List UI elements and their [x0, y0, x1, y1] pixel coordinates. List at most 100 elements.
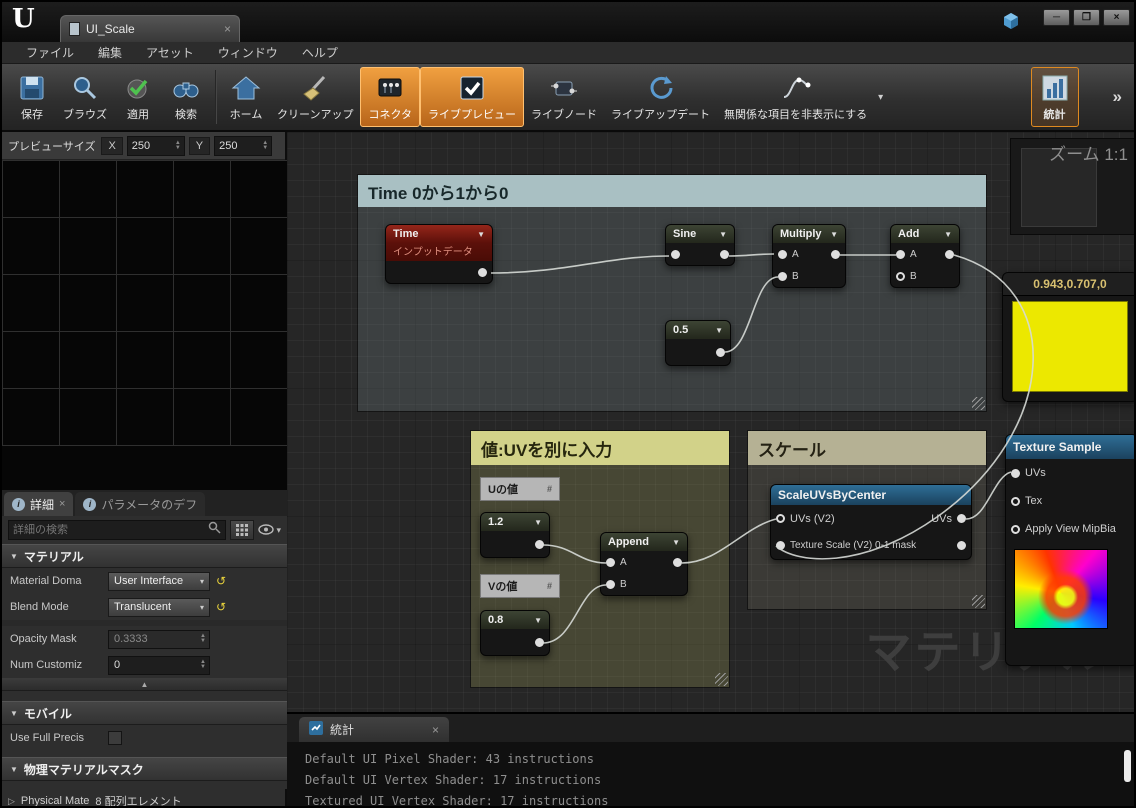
y-spinner[interactable]: ▲ ▼: [262, 140, 271, 151]
output-pin[interactable]: [720, 249, 729, 259]
tab-close-icon[interactable]: ×: [432, 723, 439, 737]
apply-button[interactable]: 適用: [114, 67, 162, 127]
label-v-value[interactable]: Vの値 #: [480, 574, 560, 598]
document-tab[interactable]: UI_Scale ×: [60, 15, 240, 42]
toolbar-overflow-icon[interactable]: »: [1113, 87, 1122, 107]
live-nodes-button[interactable]: ライブノード: [524, 67, 604, 127]
output-pin[interactable]: [716, 347, 725, 357]
stats-button[interactable]: 統計: [1030, 67, 1079, 127]
tab-stats[interactable]: 統計 ×: [299, 717, 449, 742]
material-graph-canvas[interactable]: マテリアル ズーム 1:1 Time 0から1から0 値:UVを別に入力 スケー…: [287, 132, 1134, 712]
node-caret-icon[interactable]: ▼: [672, 538, 680, 547]
input-pin[interactable]: [671, 249, 680, 259]
home-button[interactable]: ホーム: [222, 67, 270, 127]
input-pin-b[interactable]: [606, 579, 615, 589]
marketplace-cube-icon[interactable]: [1002, 12, 1020, 35]
num-customized-field[interactable]: 0 ▲ ▼: [108, 655, 210, 675]
hide-unrelated-caret-icon[interactable]: ▾: [874, 92, 887, 103]
resize-grip-icon[interactable]: [715, 673, 728, 686]
menu-asset[interactable]: アセット: [134, 44, 206, 61]
input-pin-texture-scale[interactable]: [776, 541, 785, 550]
input-pin-mip[interactable]: [1011, 524, 1020, 534]
details-search-box[interactable]: [8, 520, 227, 540]
menu-help[interactable]: ヘルプ: [290, 44, 350, 61]
node-constant-08[interactable]: 0.8 ▼: [480, 610, 550, 656]
node-time[interactable]: Time ▼ インプットデータ: [385, 224, 493, 284]
node-constant-05[interactable]: 0.5 ▼: [665, 320, 731, 366]
comment-time[interactable]: Time 0から1から0: [357, 174, 987, 412]
find-button[interactable]: 検索: [162, 67, 210, 127]
preview-x-field[interactable]: ▲▼: [126, 135, 185, 156]
minimize-button[interactable]: ─: [1043, 9, 1070, 26]
node-caret-icon[interactable]: ▼: [719, 230, 727, 239]
preview-y-field[interactable]: ▲▼: [214, 135, 273, 156]
menu-file[interactable]: ファイル: [14, 44, 86, 61]
node-sine[interactable]: Sine ▼: [665, 224, 735, 266]
node-caret-icon[interactable]: ▼: [715, 326, 723, 335]
output-pin[interactable]: [535, 637, 544, 647]
hide-unrelated-button[interactable]: 無関係な項目を非表示にする: [717, 67, 874, 127]
field-spinner[interactable]: ▲ ▼: [200, 659, 209, 670]
menu-edit[interactable]: 編集: [86, 44, 134, 61]
output-pin-mask[interactable]: [957, 541, 966, 550]
label-u-value[interactable]: Uの値 #: [480, 477, 560, 501]
tab-parameter-defaults[interactable]: i パラメータのデフ: [75, 492, 206, 516]
resize-grip-icon[interactable]: [972, 397, 985, 410]
node-append[interactable]: Append ▼ A B: [600, 532, 688, 596]
section-mobile[interactable]: ▼ モバイル: [2, 701, 287, 725]
blend-mode-select[interactable]: Translucent ▾: [108, 597, 210, 617]
input-pin-uvs[interactable]: [776, 514, 785, 523]
cleanup-button[interactable]: クリーンアップ: [270, 67, 360, 127]
input-pin-uvs[interactable]: [1011, 468, 1020, 478]
tab-details[interactable]: i 詳細 ×: [4, 492, 74, 516]
node-caret-icon[interactable]: ▼: [534, 616, 542, 625]
menu-window[interactable]: ウィンドウ: [206, 44, 290, 61]
preview-x-input[interactable]: [127, 139, 175, 152]
view-options-button[interactable]: ▾: [258, 523, 281, 537]
input-pin-b[interactable]: [778, 271, 787, 281]
output-pin[interactable]: [673, 557, 682, 567]
output-pin[interactable]: [945, 249, 954, 259]
full-precision-checkbox[interactable]: [108, 731, 122, 745]
live-preview-button[interactable]: ライブプレビュー: [420, 67, 525, 127]
material-domain-select[interactable]: User Interface ▾: [108, 571, 210, 591]
node-add[interactable]: Add ▼ A B: [890, 224, 960, 288]
resize-grip-icon[interactable]: [972, 595, 985, 608]
input-pin-b[interactable]: [896, 271, 905, 281]
stats-output[interactable]: Default UI Pixel Shader: 43 instructions…: [287, 742, 1134, 806]
maximize-button[interactable]: ❒: [1073, 9, 1100, 26]
browse-button[interactable]: ブラウズ: [56, 67, 114, 127]
grid-view-button[interactable]: [230, 520, 255, 540]
output-pin[interactable]: [535, 539, 544, 549]
input-pin-a[interactable]: [896, 249, 905, 259]
output-pin[interactable]: [478, 267, 487, 277]
stats-scrollbar[interactable]: [1124, 750, 1131, 782]
node-texture-sample[interactable]: Texture Sample UVs Tex Apply View MipBia: [1005, 434, 1134, 666]
close-button[interactable]: ×: [1103, 9, 1130, 26]
x-spinner[interactable]: ▲ ▼: [175, 140, 184, 151]
node-scale-uvs-by-center[interactable]: ScaleUVsByCenter UVs (V2) UVs Texture Sc…: [770, 484, 972, 560]
node-constant-12[interactable]: 1.2 ▼: [480, 512, 550, 558]
input-pin-a[interactable]: [606, 557, 615, 567]
input-pin-a[interactable]: [778, 249, 787, 259]
node-multiply[interactable]: Multiply ▼ A B: [772, 224, 846, 288]
reset-to-default-icon[interactable]: ↺: [216, 574, 226, 588]
preview-y-input[interactable]: [215, 139, 263, 152]
save-button[interactable]: 保存: [8, 67, 56, 127]
node-caret-icon[interactable]: ▼: [477, 230, 485, 239]
material-preview-viewport[interactable]: [2, 160, 287, 490]
node-caret-icon[interactable]: ▼: [830, 230, 838, 239]
node-caret-icon[interactable]: ▼: [944, 230, 952, 239]
node-caret-icon[interactable]: ▼: [534, 518, 542, 527]
output-pin[interactable]: [831, 249, 840, 259]
output-pin-uvs[interactable]: [957, 514, 966, 523]
row-physical-materials[interactable]: ▷ Physical Mate 8 配列エレメント: [2, 789, 287, 807]
input-pin-tex[interactable]: [1011, 496, 1020, 506]
connectors-button[interactable]: コネクタ: [360, 67, 421, 127]
tab-close-icon[interactable]: ×: [224, 22, 231, 36]
reset-to-default-icon[interactable]: ↺: [216, 600, 226, 614]
expand-arrow-icon[interactable]: ▷: [8, 796, 15, 807]
tab-close-icon[interactable]: ×: [59, 498, 65, 510]
section-physical-material-mask[interactable]: ▼ 物理マテリアルマスク: [2, 757, 287, 781]
node-constant-vector[interactable]: 0.943,0.707,0: [1002, 272, 1134, 402]
